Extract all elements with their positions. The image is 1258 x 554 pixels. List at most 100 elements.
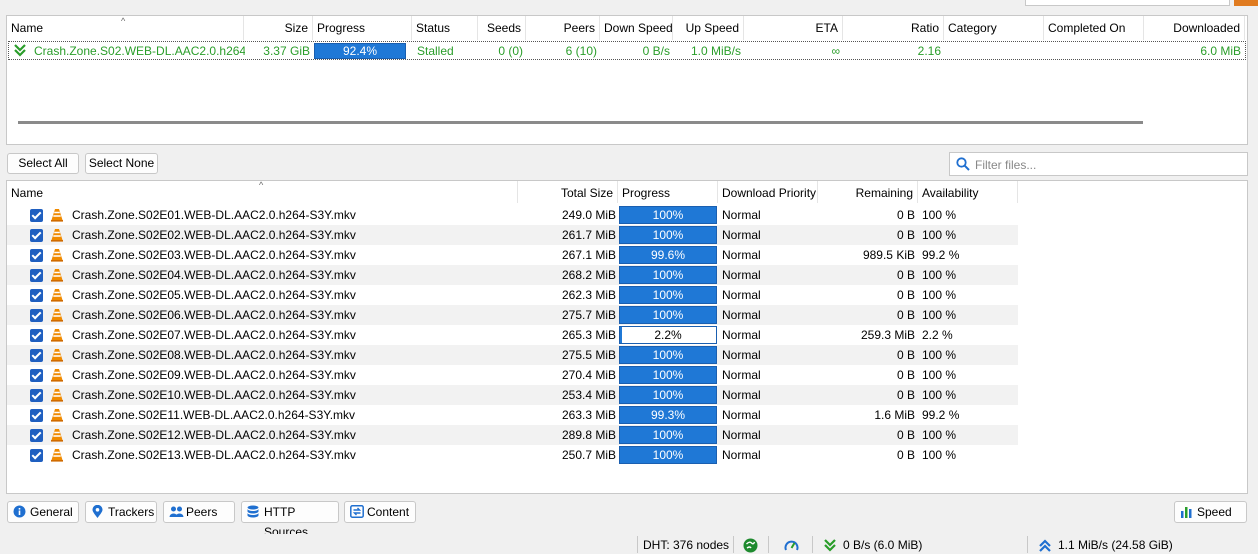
tab-content[interactable]: Content xyxy=(344,501,416,523)
table-row[interactable]: Crash.Zone.S02E06.WEB-DL.AAC2.0.h264-S3Y… xyxy=(7,305,1018,325)
col-seeds[interactable]: Seeds xyxy=(478,16,526,40)
vlc-file-icon xyxy=(51,229,63,242)
file-availability: 100 % xyxy=(922,348,957,362)
file-checkbox[interactable] xyxy=(30,269,43,282)
file-priority[interactable]: Normal xyxy=(722,285,817,305)
file-checkbox[interactable] xyxy=(30,289,43,302)
table-row[interactable]: Crash.Zone.S02E13.WEB-DL.AAC2.0.h264-S3Y… xyxy=(7,445,1018,465)
file-name: Crash.Zone.S02E06.WEB-DL.AAC2.0.h264-S3Y… xyxy=(72,308,356,322)
file-priority[interactable]: Normal xyxy=(722,325,817,345)
content-icon xyxy=(350,505,364,518)
table-row[interactable]: Crash.Zone.S02E01.WEB-DL.AAC2.0.h264-S3Y… xyxy=(7,205,1018,225)
torrent-ratio: 2.16 xyxy=(917,44,941,58)
col-eta[interactable]: ETA xyxy=(744,16,843,40)
table-row[interactable]: Crash.Zone.S02E07.WEB-DL.AAC2.0.h264-S3Y… xyxy=(7,325,1018,345)
table-row[interactable]: Crash.Zone.S02E05.WEB-DL.AAC2.0.h264-S3Y… xyxy=(7,285,1018,305)
table-row[interactable]: Crash.Zone.S02E09.WEB-DL.AAC2.0.h264-S3Y… xyxy=(7,365,1018,385)
download-speed-status[interactable]: 0 B/s (6.0 MiB) xyxy=(843,537,922,553)
file-name: Crash.Zone.S02E01.WEB-DL.AAC2.0.h264-S3Y… xyxy=(72,208,356,222)
upload-speed-status[interactable]: 1.1 MiB/s (24.58 GiB) xyxy=(1058,537,1173,553)
file-priority[interactable]: Normal xyxy=(722,245,817,265)
tab-peers[interactable]: Peers xyxy=(163,501,235,523)
tab-http-sources[interactable]: HTTP Sources xyxy=(241,501,339,539)
col-name[interactable]: Name xyxy=(7,16,244,40)
file-col-remaining[interactable]: Remaining xyxy=(818,181,918,203)
file-checkbox[interactable] xyxy=(30,449,43,462)
torrent-row[interactable]: Crash.Zone.S02.WEB-DL.AAC2.0.h264... 3.3… xyxy=(8,41,1246,60)
file-name: Crash.Zone.S02E03.WEB-DL.AAC2.0.h264-S3Y… xyxy=(72,248,356,262)
table-row[interactable]: Crash.Zone.S02E04.WEB-DL.AAC2.0.h264-S3Y… xyxy=(7,265,1018,285)
file-checkbox[interactable] xyxy=(30,349,43,362)
top-search-input[interactable] xyxy=(1025,0,1230,6)
file-col-progress[interactable]: Progress xyxy=(618,181,718,203)
vlc-file-icon xyxy=(51,389,63,402)
file-priority[interactable]: Normal xyxy=(722,405,817,425)
col-up-speed[interactable]: Up Speed xyxy=(673,16,744,40)
file-priority[interactable]: Normal xyxy=(722,385,817,405)
top-alert-indicator[interactable] xyxy=(1234,0,1258,6)
file-checkbox[interactable] xyxy=(30,369,43,382)
filter-files-input[interactable]: Filter files... xyxy=(949,152,1248,176)
horizontal-scrollbar[interactable] xyxy=(18,121,1143,124)
speed-button[interactable]: Speed xyxy=(1174,501,1247,523)
file-priority[interactable]: Normal xyxy=(722,365,817,385)
file-progress-bar: 100% xyxy=(619,266,717,284)
file-checkbox[interactable] xyxy=(30,309,43,322)
speed-limit-icon[interactable] xyxy=(784,538,799,553)
file-checkbox[interactable] xyxy=(30,389,43,402)
file-name: Crash.Zone.S02E08.WEB-DL.AAC2.0.h264-S3Y… xyxy=(72,348,356,362)
file-total-size: 275.5 MiB xyxy=(561,348,616,362)
vlc-file-icon xyxy=(51,289,63,302)
vlc-file-icon xyxy=(51,249,63,262)
file-priority[interactable]: Normal xyxy=(722,425,817,445)
col-ratio[interactable]: Ratio xyxy=(843,16,944,40)
torrent-downloaded: 6.0 MiB xyxy=(1200,44,1241,58)
table-row[interactable]: Crash.Zone.S02E10.WEB-DL.AAC2.0.h264-S3Y… xyxy=(7,385,1018,405)
tab-general[interactable]: General xyxy=(7,501,79,523)
file-col-availability[interactable]: Availability xyxy=(918,181,1018,203)
file-availability: 100 % xyxy=(922,388,957,402)
file-priority[interactable]: Normal xyxy=(722,305,817,325)
col-progress[interactable]: Progress xyxy=(313,16,412,40)
col-downloaded[interactable]: Downloaded xyxy=(1144,16,1245,40)
tab-trackers[interactable]: Trackers xyxy=(85,501,157,523)
file-col-name[interactable]: Name xyxy=(7,181,518,203)
select-none-button[interactable]: Select None xyxy=(85,153,158,174)
file-priority[interactable]: Normal xyxy=(722,225,817,245)
col-size[interactable]: Size xyxy=(244,16,313,40)
select-all-button[interactable]: Select All xyxy=(7,153,79,174)
file-priority[interactable]: Normal xyxy=(722,205,817,225)
file-total-size: 267.1 MiB xyxy=(561,248,616,262)
table-row[interactable]: Crash.Zone.S02E08.WEB-DL.AAC2.0.h264-S3Y… xyxy=(7,345,1018,365)
col-peers[interactable]: Peers xyxy=(526,16,600,40)
torrent-list[interactable]: ^ Name Size Progress Status Seeds Peers … xyxy=(6,15,1248,145)
file-priority[interactable]: Normal xyxy=(722,345,817,365)
col-completed-on[interactable]: Completed On xyxy=(1044,16,1144,40)
file-col-total-size[interactable]: Total Size xyxy=(518,181,618,203)
file-list[interactable]: ^ Name Total Size Progress Download Prio… xyxy=(6,180,1248,494)
file-checkbox[interactable] xyxy=(30,429,43,442)
table-row[interactable]: Crash.Zone.S02E11.WEB-DL.AAC2.0.h264-S3Y… xyxy=(7,405,1018,425)
file-priority[interactable]: Normal xyxy=(722,445,817,465)
file-checkbox[interactable] xyxy=(30,329,43,342)
file-remaining: 0 B xyxy=(896,288,915,302)
connection-status-icon[interactable] xyxy=(743,538,758,553)
file-checkbox[interactable] xyxy=(30,229,43,242)
table-row[interactable]: Crash.Zone.S02E02.WEB-DL.AAC2.0.h264-S3Y… xyxy=(7,225,1018,245)
col-down-speed[interactable]: Down Speed xyxy=(600,16,673,40)
file-checkbox[interactable] xyxy=(30,409,43,422)
file-remaining: 259.3 MiB xyxy=(860,328,915,342)
file-priority[interactable]: Normal xyxy=(722,265,817,285)
bar-chart-icon xyxy=(1181,507,1192,518)
col-category[interactable]: Category xyxy=(944,16,1044,40)
file-availability: 100 % xyxy=(922,428,957,442)
file-total-size: 250.7 MiB xyxy=(561,448,616,462)
file-progress-text: 99.3% xyxy=(650,408,686,422)
table-row[interactable]: Crash.Zone.S02E03.WEB-DL.AAC2.0.h264-S3Y… xyxy=(7,245,1018,265)
file-col-priority[interactable]: Download Priority xyxy=(718,181,818,203)
file-progress-text: 100% xyxy=(652,308,684,322)
file-checkbox[interactable] xyxy=(30,209,43,222)
table-row[interactable]: Crash.Zone.S02E12.WEB-DL.AAC2.0.h264-S3Y… xyxy=(7,425,1018,445)
file-checkbox[interactable] xyxy=(30,249,43,262)
col-status[interactable]: Status xyxy=(412,16,478,40)
